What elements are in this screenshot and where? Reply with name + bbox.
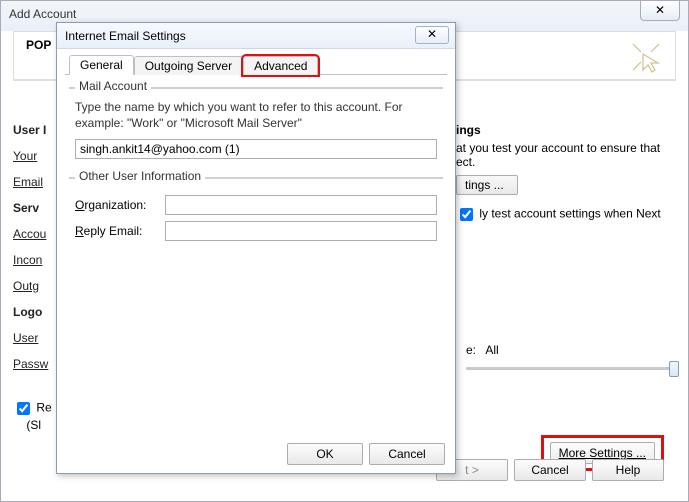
cancel-button[interactable]: Cancel [514, 459, 586, 481]
tab-general[interactable]: General [69, 55, 134, 75]
remember-label-r: Re [36, 401, 51, 415]
outer-footer-buttons: t > Cancel Help [436, 459, 664, 481]
auto-test-row: ly test account settings when Next [456, 205, 676, 224]
other-user-info-group: Other User Information Organization: Rep… [69, 177, 443, 241]
cursor-icon [629, 40, 663, 74]
mail-offline-slider-area: e: All [466, 343, 676, 370]
remember-checkbox[interactable] [17, 402, 30, 415]
help-button[interactable]: Help [592, 459, 664, 481]
slider-label-prefix: e: [466, 343, 476, 357]
mail-account-group: Mail Account Type the name by which you … [69, 87, 443, 159]
right-desc2: ect. [456, 155, 676, 169]
dialog-cancel-button[interactable]: Cancel [369, 443, 445, 465]
passw-label: Passw [13, 357, 48, 371]
accou-label: Accou [13, 227, 46, 241]
remember-check-area: Re (Sl [13, 399, 52, 432]
auto-test-checkbox[interactable] [460, 208, 473, 221]
outg-label: Outg [13, 279, 39, 293]
reply-email-label: Reply Email: [75, 224, 157, 238]
close-button[interactable]: ✕ [640, 1, 680, 21]
remember-label-s: (Sl [26, 418, 41, 432]
logo-section-label: Logo [13, 305, 61, 319]
right-title: ings [456, 123, 676, 137]
right-desc1: at you test your account to ensure that [456, 141, 676, 155]
auto-test-label: ly test account settings when Next [479, 207, 660, 221]
mail-account-legend: Mail Account [75, 79, 151, 93]
account-name-input[interactable] [75, 139, 437, 159]
serv-section-label: Serv [13, 201, 61, 215]
your-label: Your [13, 149, 37, 163]
close-icon: ✕ [427, 27, 437, 41]
dialog-close-button[interactable]: ✕ [415, 26, 449, 44]
mail-account-desc: Type the name by which you want to refer… [75, 99, 437, 131]
test-settings-button[interactable]: tings ... [456, 175, 518, 195]
slider-track[interactable] [466, 367, 676, 370]
user-label: User [13, 331, 38, 345]
left-truncated-labels: User I Your Email Serv Accou Incon Outg … [13, 123, 61, 383]
close-icon: ✕ [655, 3, 665, 17]
reply-email-input[interactable] [165, 221, 437, 241]
user-section-label: User I [13, 123, 61, 137]
dialog-footer: OK Cancel [57, 443, 455, 465]
ok-button[interactable]: OK [287, 443, 363, 465]
slider-thumb[interactable] [669, 361, 679, 377]
tab-advanced[interactable]: Advanced [243, 56, 318, 75]
dialog-title: Internet Email Settings [57, 23, 455, 49]
internet-email-settings-dialog: Internet Email Settings ✕ General Outgoi… [56, 22, 456, 474]
dialog-body: General Outgoing Server Advanced Mail Ac… [65, 53, 447, 433]
slider-value: All [485, 343, 498, 357]
other-user-info-legend: Other User Information [75, 169, 205, 183]
incon-label: Incon [13, 253, 42, 267]
email-label: Email [13, 175, 43, 189]
right-panel: ings at you test your account to ensure … [456, 123, 676, 224]
tabs-bar: General Outgoing Server Advanced [65, 53, 447, 75]
organization-label: Organization: [75, 198, 157, 212]
organization-input[interactable] [165, 195, 437, 215]
tab-outgoing-server[interactable]: Outgoing Server [134, 56, 243, 75]
